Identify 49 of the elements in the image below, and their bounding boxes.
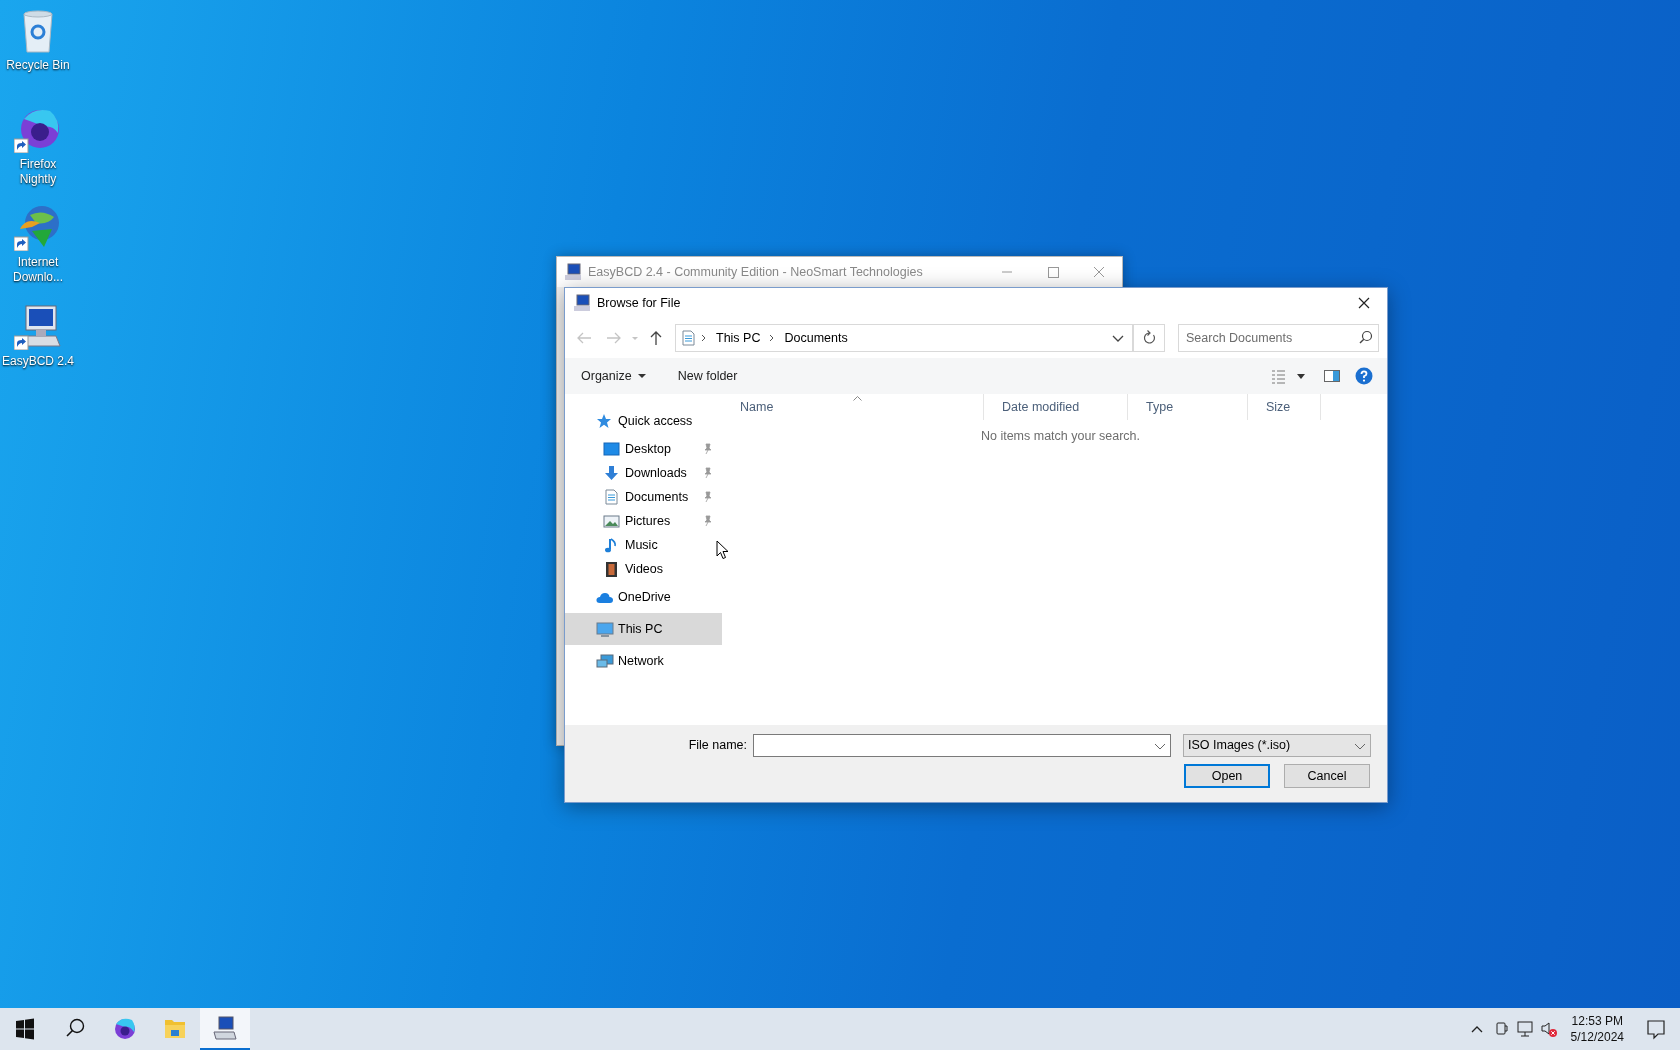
column-header[interactable]: Name	[722, 394, 984, 420]
nav-item[interactable]: Downloads	[565, 461, 722, 485]
toolbar-button[interactable]: Organize	[575, 364, 652, 388]
toolbar-button[interactable]: New folder	[671, 364, 744, 388]
nav-item[interactable]: Videos	[565, 557, 722, 581]
nav-item[interactable]: Pictures	[565, 509, 722, 533]
nav-item[interactable]: Desktop	[565, 437, 722, 461]
taskbar-button[interactable]	[200, 1008, 250, 1050]
picture-icon	[603, 513, 621, 529]
field-label: File name:	[687, 737, 748, 755]
desktop-icon-label: Recycle Bin	[5, 58, 71, 73]
document-icon	[681, 330, 695, 346]
dialog-button[interactable]: Cancel	[1284, 764, 1370, 788]
nav-item[interactable]: Network	[565, 645, 722, 677]
desktop-icon	[603, 441, 621, 457]
address-bar[interactable]: This PC Documents	[675, 324, 1133, 352]
file-type-dropdown[interactable]: ISO Images (*.iso)	[1183, 734, 1371, 757]
clock[interactable]: 12:53 PM 5/12/2024	[1560, 1008, 1634, 1050]
nav-item[interactable]: This PC	[565, 613, 722, 645]
search-field[interactable]: Search Documents	[1178, 324, 1379, 352]
column-header[interactable]: Type	[1128, 394, 1248, 420]
computer-icon	[564, 263, 582, 281]
desktop-icon-label: Internet Downlo...	[12, 255, 64, 285]
computer-icon[interactable]	[14, 302, 62, 350]
nav-item[interactable]: OneDrive	[565, 581, 722, 613]
computer-icon	[573, 294, 591, 312]
file-name-field[interactable]	[753, 734, 1171, 757]
refresh-icon[interactable]	[1133, 324, 1165, 352]
empty-message: No items match your search.	[980, 428, 1141, 445]
desktop-icon-label: Firefox Nightly	[18, 157, 58, 187]
breadcrumb[interactable]: Documents	[781, 328, 851, 348]
document-icon	[603, 489, 621, 505]
nav-item[interactable]: Quick access	[565, 405, 722, 437]
monitor-icon	[596, 621, 614, 637]
network-icon	[596, 653, 614, 669]
globe-download-icon[interactable]	[14, 203, 62, 251]
dialog-title: Browse for File	[597, 294, 681, 312]
window-title: EasyBCD 2.4 - Community Edition - NeoSmart Technologies	[588, 263, 923, 281]
preview-pane-icon[interactable]	[1323, 368, 1341, 384]
download-arrow-icon	[603, 465, 621, 481]
pointer-icon	[716, 540, 729, 560]
column-header[interactable]: Size	[1248, 394, 1321, 420]
desktop-icon-label: EasyBCD 2.4	[1, 354, 75, 369]
nav-item[interactable]: Documents	[565, 485, 722, 509]
breadcrumb[interactable]: This PC	[713, 328, 764, 348]
help-icon[interactable]	[1355, 367, 1373, 385]
column-header[interactable]: Date modified	[984, 394, 1128, 420]
dialog-button[interactable]: Open	[1184, 764, 1270, 788]
caret-icon	[637, 373, 646, 379]
